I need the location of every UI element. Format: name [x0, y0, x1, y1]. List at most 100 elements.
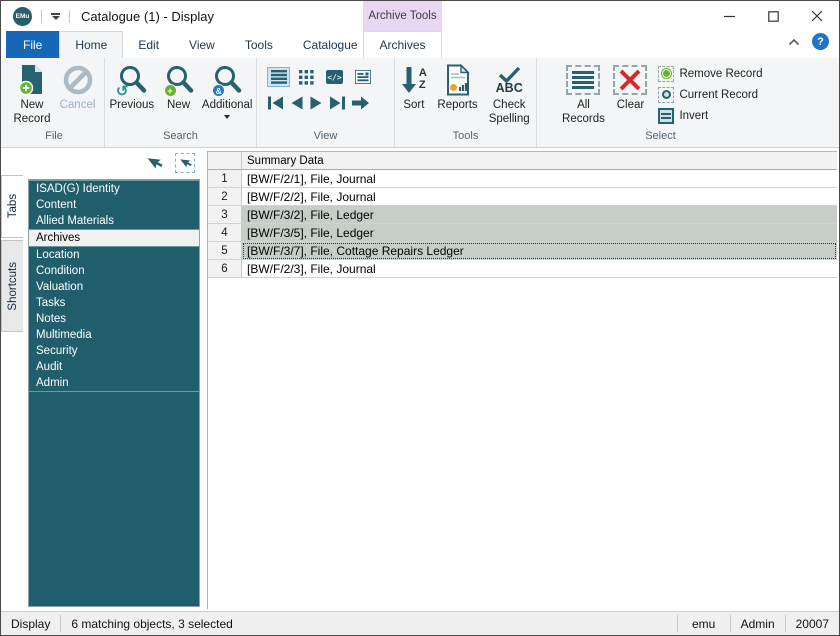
nav-item-valuation[interactable]: Valuation — [29, 279, 199, 295]
reports-icon — [444, 62, 472, 98]
current-record-button[interactable]: Current Record — [658, 84, 762, 105]
goto-record-button[interactable] — [351, 95, 370, 111]
tab-home[interactable]: Home — [59, 31, 124, 58]
clear-selection-button[interactable]: Clear — [608, 61, 652, 113]
table-row[interactable]: 2 [BW/F/2/2], File, Journal — [208, 188, 837, 206]
ribbon-group-search: ↺ Previous + New & Additional Search — [104, 58, 256, 147]
search-additional-button[interactable]: & Additional — [198, 61, 256, 119]
title-bar: EMu Catalogue (1) - Display Archive Tool… — [1, 1, 839, 31]
main-content: Tabs Shortcuts ISAD(G) Identity Content … — [1, 149, 839, 611]
titlebar-separator — [69, 9, 70, 23]
list-view-button[interactable] — [267, 67, 290, 87]
search-additional-icon: & — [211, 62, 243, 98]
app-window: EMu Catalogue (1) - Display Archive Tool… — [0, 0, 840, 636]
previous-record-button[interactable] — [289, 95, 304, 111]
search-previous-icon: ↺ — [115, 62, 148, 100]
grid-view-button[interactable] — [295, 67, 318, 87]
ribbon-group-file: New Record Cancel File — [4, 58, 104, 147]
nav-item-location[interactable]: Location — [29, 247, 199, 263]
nav-item-security[interactable]: Security — [29, 343, 199, 359]
ribbon-group-select: All Records Clear Remove Record Current … — [536, 58, 784, 147]
first-record-button[interactable] — [267, 95, 284, 111]
window-title: Catalogue (1) - Display — [81, 8, 214, 24]
dropdown-arrow-icon — [224, 114, 231, 119]
ribbon: New Record Cancel File ↺ Previous + New … — [1, 58, 839, 148]
tab-group-upper: ISAD(G) Identity Content Allied Material… — [29, 180, 199, 230]
check-spelling-button[interactable]: ABC Check Spelling — [482, 61, 536, 126]
search-new-button[interactable]: + New — [159, 61, 199, 113]
code-view-button[interactable]: </> — [323, 67, 346, 87]
detail-view-icon — [354, 70, 371, 84]
status-bar: Display 6 matching objects, 3 selected e… — [1, 611, 839, 635]
invert-selection-icon — [658, 107, 675, 124]
plus-badge: + — [163, 84, 177, 97]
group-label-tools: Tools — [452, 130, 479, 142]
nav-item-archives[interactable]: Archives — [29, 230, 199, 246]
window-controls — [707, 1, 839, 31]
nav-item-audit[interactable]: Audit — [29, 359, 199, 375]
invert-selection-button[interactable]: Invert — [658, 105, 762, 126]
nav-item-multimedia[interactable]: Multimedia — [29, 327, 199, 343]
table-row[interactable]: 3 [BW/F/3/2], File, Ledger — [208, 206, 837, 224]
tab-navigation-panel: ISAD(G) Identity Content Allied Material… — [28, 179, 200, 607]
search-new-icon: + — [163, 62, 195, 98]
summary-data-column-header[interactable]: Summary Data — [242, 152, 837, 170]
nav-item-allied-materials[interactable]: Allied Materials — [29, 213, 199, 229]
clear-selection-icon — [613, 62, 648, 98]
nav-item-tasks[interactable]: Tasks — [29, 295, 199, 311]
reports-button[interactable]: Reports — [433, 61, 483, 113]
tab-archives[interactable]: Archives — [363, 31, 442, 58]
close-button[interactable] — [795, 1, 839, 31]
remove-record-button[interactable]: Remove Record — [658, 63, 763, 84]
tab-catalogue[interactable]: Catalogue — [288, 31, 373, 58]
code-view-icon: </> — [326, 70, 343, 84]
ribbon-group-view: </> View — [256, 58, 394, 147]
pointer-marquee-icon[interactable] — [175, 153, 195, 173]
tab-edit[interactable]: Edit — [123, 31, 174, 58]
cancel-button[interactable]: Cancel — [56, 61, 100, 113]
search-previous-button[interactable]: ↺ Previous — [105, 61, 159, 113]
next-record-button[interactable] — [309, 95, 324, 111]
tab-selection-tools — [28, 149, 200, 177]
svg-text:</>: </> — [327, 73, 342, 82]
all-records-button[interactable]: All Records — [558, 61, 608, 126]
nav-item-admin[interactable]: Admin — [29, 375, 199, 391]
titlebar-separator — [41, 9, 42, 23]
emu-app-icon[interactable]: EMu — [13, 6, 32, 26]
collapse-ribbon-button[interactable] — [788, 38, 800, 46]
cancel-icon — [62, 62, 94, 98]
close-icon — [811, 10, 823, 22]
table-row[interactable]: 5 [BW/F/3/7], File, Cottage Repairs Ledg… — [208, 242, 837, 260]
nav-item-content[interactable]: Content — [29, 197, 199, 213]
table-row[interactable]: 1 [BW/F/2/1], File, Journal — [208, 170, 837, 188]
quick-access-dropdown-icon[interactable] — [51, 12, 60, 20]
nav-item-notes[interactable]: Notes — [29, 311, 199, 327]
status-code: 20007 — [795, 616, 829, 631]
sort-button[interactable]: AZ Sort — [395, 61, 433, 113]
maximize-button[interactable] — [751, 1, 795, 31]
help-button[interactable]: ? — [812, 33, 829, 50]
ribbon-tab-row: File Home Edit View Tools Catalogue Arch… — [1, 31, 839, 58]
tab-file[interactable]: File — [6, 31, 60, 58]
contextual-tab-group-archive-tools[interactable]: Archive Tools — [363, 1, 442, 31]
minimize-button[interactable] — [707, 1, 751, 31]
ribbon-utility-buttons: ? — [788, 33, 829, 50]
table-row[interactable]: 4 [BW/F/3/5], File, Ledger — [208, 224, 837, 242]
tab-tools[interactable]: Tools — [230, 31, 288, 58]
new-record-button[interactable]: New Record — [9, 61, 56, 126]
previous-arrow-glyph: ↺ — [115, 83, 129, 100]
group-label-view: View — [313, 130, 338, 142]
side-tab-tabs[interactable]: Tabs — [1, 175, 23, 238]
side-tab-shortcuts[interactable]: Shortcuts — [1, 240, 23, 332]
table-row[interactable]: 6 [BW/F/2/3], File, Journal — [208, 260, 837, 278]
detail-view-button[interactable] — [351, 67, 374, 87]
grid-view-icon — [299, 69, 314, 85]
tab-group-lower: Location Condition Valuation Tasks Notes… — [29, 246, 199, 392]
pointer-icon[interactable] — [142, 151, 166, 176]
status-message: 6 matching objects, 3 selected — [71, 616, 233, 631]
last-record-button[interactable] — [329, 95, 346, 111]
status-user: emu — [691, 616, 716, 631]
nav-item-condition[interactable]: Condition — [29, 263, 199, 279]
tab-view[interactable]: View — [174, 31, 230, 58]
nav-item-isadg-identity[interactable]: ISAD(G) Identity — [29, 181, 199, 197]
